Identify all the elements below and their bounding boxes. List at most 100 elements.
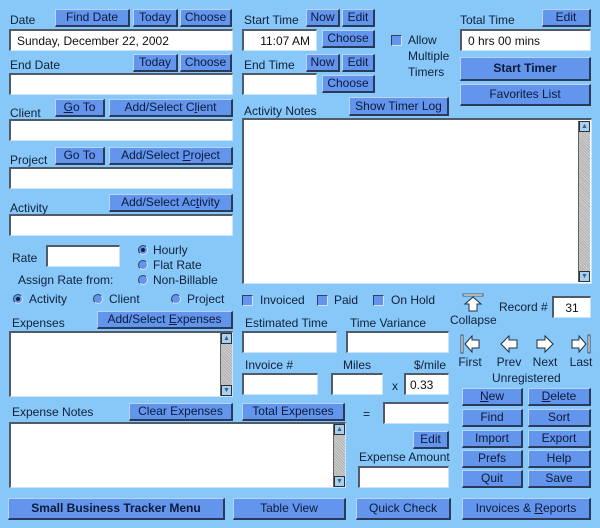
start-timer-button[interactable]: Start Timer	[460, 57, 591, 81]
save-button[interactable]: Save	[528, 470, 591, 488]
record-number-label: Record #	[499, 300, 548, 314]
invoice-field[interactable]	[242, 373, 318, 395]
total-expenses-button[interactable]: Total Expenses	[242, 403, 345, 421]
date-today-button[interactable]: Today	[133, 9, 178, 27]
add-expenses-hotkey: E	[168, 312, 177, 326]
scroll-up-icon[interactable]: ▲	[221, 333, 232, 344]
new-rest: ew	[488, 389, 504, 403]
end-date-today-button[interactable]: Today	[133, 54, 178, 72]
expense-notes-field[interactable]: ▲ ▼	[9, 422, 346, 488]
client-goto-rest: o To	[72, 100, 96, 114]
miles-field[interactable]	[331, 373, 383, 395]
favorites-list-button[interactable]: Favorites List	[460, 84, 591, 106]
date-choose-button[interactable]: Choose	[180, 9, 232, 27]
invoice-label: Invoice #	[245, 358, 294, 372]
scroll-up-icon[interactable]: ▲	[579, 121, 590, 132]
activity-notes-field[interactable]: ▲ ▼	[242, 118, 592, 284]
export-button[interactable]: Export	[528, 430, 591, 448]
invoiced-label: Invoiced	[260, 293, 305, 307]
expenses-list[interactable]: ▲ ▼	[9, 331, 233, 397]
add-select-expenses-button[interactable]: Add/Select Expenses	[97, 311, 233, 329]
assign-activity-radio[interactable]	[13, 294, 23, 304]
multiple-timers-label-2: Multiple	[408, 49, 450, 63]
import-button[interactable]: Import	[462, 430, 523, 448]
date-field[interactable]: Sunday, December 22, 2002	[9, 29, 233, 51]
estimated-time-field[interactable]	[242, 331, 337, 353]
non-billable-radio[interactable]	[138, 275, 148, 285]
client-goto-button[interactable]: Go To	[55, 99, 105, 117]
end-date-field[interactable]	[9, 73, 233, 95]
client-field[interactable]	[9, 119, 233, 141]
end-date-choose-button[interactable]: Choose	[180, 54, 232, 72]
on-hold-checkbox[interactable]	[373, 295, 384, 306]
total-time-field[interactable]: 0 hrs 00 mins	[460, 29, 591, 51]
start-time-choose-button[interactable]: Choose	[322, 30, 375, 48]
small-business-tracker-menu-button[interactable]: Small Business Tracker Menu	[8, 498, 225, 520]
total-expenses-field[interactable]	[383, 402, 449, 424]
expense-notes-scrollbar[interactable]: ▲ ▼	[333, 424, 345, 487]
assign-client-radio[interactable]	[93, 294, 103, 304]
add-project-pre: Add/Select	[121, 148, 183, 162]
start-time-field[interactable]: 11:07 AM	[242, 29, 317, 51]
invoiced-checkbox[interactable]	[242, 295, 253, 306]
collapse-label: Collapse	[450, 313, 497, 327]
hourly-radio[interactable]	[138, 245, 148, 255]
record-number-field[interactable]: 31	[552, 296, 591, 318]
next-record-button[interactable]: Next	[530, 333, 560, 369]
invoices-reports-button[interactable]: Invoices & Reports	[462, 498, 591, 520]
activity-notes-scrollbar[interactable]: ▲ ▼	[578, 121, 590, 282]
end-time-label: End Time	[244, 58, 295, 72]
assign-rate-label: Assign Rate from:	[18, 273, 114, 287]
start-time-edit-button[interactable]: Edit	[342, 9, 375, 27]
project-goto-button[interactable]: Go To	[55, 147, 105, 165]
allow-multiple-timers-checkbox[interactable]	[391, 35, 402, 46]
end-time-field[interactable]	[242, 73, 317, 95]
time-variance-label: Time Variance	[350, 316, 427, 330]
prev-record-button[interactable]: Prev	[494, 333, 524, 369]
help-button[interactable]: Help	[528, 450, 591, 468]
delete-record-button[interactable]: Delete	[528, 388, 591, 406]
table-view-button[interactable]: Table View	[233, 498, 346, 520]
expense-amount-edit-button[interactable]: Edit	[413, 431, 449, 449]
end-time-choose-button[interactable]: Choose	[322, 75, 375, 93]
expenses-scrollbar[interactable]: ▲ ▼	[220, 333, 232, 396]
start-time-now-button[interactable]: Now	[306, 9, 340, 27]
activity-field[interactable]	[9, 214, 233, 236]
quit-button[interactable]: Quit	[462, 470, 523, 488]
add-expenses-pre: Add/Select	[107, 312, 169, 326]
find-date-button[interactable]: Find Date	[55, 9, 130, 27]
scroll-down-icon[interactable]: ▼	[334, 476, 345, 487]
end-time-now-button[interactable]: Now	[306, 54, 340, 72]
rate-field[interactable]	[46, 245, 120, 267]
collapse-icon	[462, 293, 484, 312]
assign-project-radio[interactable]	[171, 294, 181, 304]
scroll-up-icon[interactable]: ▲	[334, 424, 345, 435]
clear-expenses-button[interactable]: Clear Expenses	[129, 403, 233, 421]
quick-check-button[interactable]: Quick Check	[356, 498, 451, 520]
collapse-button[interactable]: Collapse	[450, 293, 497, 327]
reports-post: eports	[543, 501, 577, 515]
new-record-button[interactable]: New	[462, 388, 523, 406]
per-mile-field[interactable]: 0.33	[404, 373, 449, 395]
first-record-button[interactable]: First	[455, 333, 485, 369]
last-record-button[interactable]: Last	[566, 333, 596, 369]
find-button[interactable]: Find	[462, 409, 523, 427]
sort-button[interactable]: Sort	[528, 409, 591, 427]
scroll-down-icon[interactable]: ▼	[221, 385, 232, 396]
project-field[interactable]	[9, 167, 233, 189]
next-icon	[536, 334, 554, 354]
total-time-edit-button[interactable]: Edit	[542, 9, 591, 27]
expense-amount-field[interactable]	[358, 466, 449, 488]
add-select-project-button[interactable]: Add/Select Project	[109, 147, 233, 165]
prefs-button[interactable]: Prefs	[462, 450, 523, 468]
end-time-edit-button[interactable]: Edit	[342, 54, 375, 72]
add-select-activity-button[interactable]: Add/Select Activity	[109, 194, 233, 212]
add-select-client-button[interactable]: Add/Select Client	[109, 99, 233, 117]
flat-rate-radio[interactable]	[138, 260, 148, 270]
next-label: Next	[532, 355, 558, 369]
time-variance-field[interactable]	[346, 331, 449, 353]
show-timer-log-button[interactable]: Show Timer Log	[349, 97, 449, 116]
last-icon	[571, 334, 591, 354]
paid-checkbox[interactable]	[317, 295, 328, 306]
scroll-down-icon[interactable]: ▼	[579, 271, 590, 282]
